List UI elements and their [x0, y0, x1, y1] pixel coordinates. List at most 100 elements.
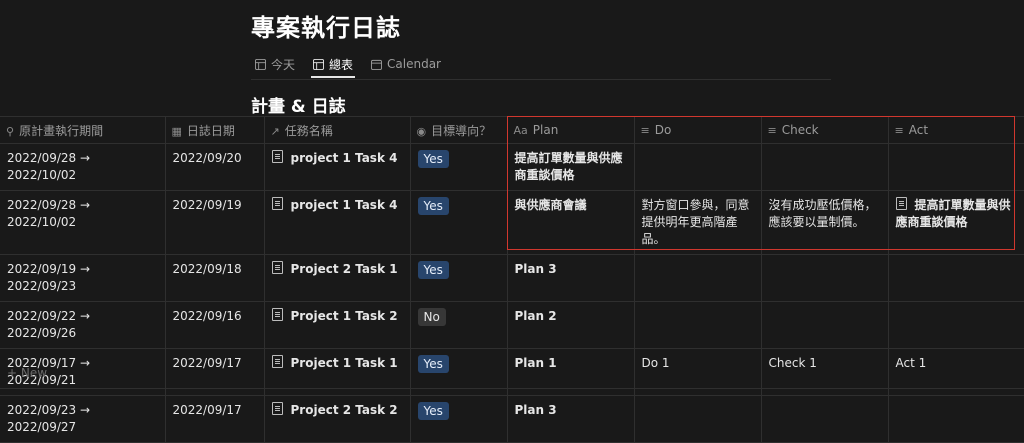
column-label: Act — [908, 123, 929, 137]
column-header-plan[interactable]: Aa Plan — [507, 116, 635, 144]
divider — [251, 79, 831, 80]
cell-period[interactable]: 2022/09/23 → 2022/09/27 — [0, 395, 166, 443]
tab-label: Calendar — [387, 57, 441, 71]
page-icon — [271, 150, 283, 163]
page-link-icon — [895, 197, 907, 210]
tab-calendar[interactable]: Calendar — [369, 52, 443, 76]
table-row[interactable]: 2022/09/22 → 2022/09/26 2022/09/16 Proje… — [0, 301, 1024, 349]
column-label: 任務名稱 — [284, 123, 333, 138]
cell-act[interactable] — [888, 301, 1024, 349]
status-badge: Yes — [417, 150, 449, 168]
status-badge: Yes — [417, 197, 449, 215]
cell-period[interactable]: 2022/09/22 → 2022/09/26 — [0, 301, 166, 349]
cell-task[interactable]: Project 2 Task 1 — [264, 254, 411, 302]
cell-task[interactable]: Project 1 Task 2 — [264, 301, 411, 349]
tab-label: 今天 — [271, 57, 296, 72]
column-label: Do — [654, 123, 672, 137]
linked-page[interactable]: 提高訂單數量與供應商重談價格 — [896, 198, 1011, 229]
cell-check[interactable] — [761, 395, 889, 443]
page-icon — [271, 402, 283, 415]
cell-period[interactable]: 2022/09/28 → 2022/10/02 — [0, 190, 166, 255]
cell-check[interactable]: 沒有成功壓低價格，應該要以量制價。 — [761, 190, 889, 255]
cell-period[interactable]: 2022/09/28 → 2022/10/02 — [0, 143, 166, 191]
text-icon: ≡ — [640, 124, 650, 137]
cell-goal[interactable]: Yes — [410, 395, 508, 443]
divider — [0, 388, 1024, 389]
cell-goal[interactable]: Yes — [410, 190, 508, 255]
cell-do[interactable] — [634, 395, 762, 443]
column-header-date[interactable]: ▦ 日誌日期 — [165, 116, 265, 144]
arrow-up-right-icon: ↗ — [270, 124, 280, 138]
table-icon — [313, 58, 325, 70]
column-label: 原計畫執行期間 — [19, 123, 104, 138]
task-name[interactable]: Project 1 Task 1 — [291, 356, 398, 370]
new-row-button[interactable]: + New — [7, 366, 47, 380]
status-badge: Yes — [417, 402, 449, 420]
column-header-do[interactable]: ≡ Do — [634, 116, 762, 144]
column-label: 日誌日期 — [186, 123, 235, 138]
cell-goal[interactable]: Yes — [410, 143, 508, 191]
cell-task[interactable]: project 1 Task 4 — [264, 143, 411, 191]
cell-plan[interactable]: Plan 3 — [507, 254, 635, 302]
cell-goal[interactable]: No — [410, 301, 508, 349]
cell-do[interactable] — [634, 301, 762, 349]
page-icon — [271, 308, 283, 321]
cell-do[interactable]: 對方窗口參與，同意提供明年更高階產品。 — [634, 190, 762, 255]
table-row[interactable]: 2022/09/28 → 2022/10/02 2022/09/20 proje… — [0, 143, 1024, 191]
task-name[interactable]: Project 2 Task 2 — [291, 403, 398, 417]
cell-plan[interactable]: Plan 3 — [507, 395, 635, 443]
header-row: ⚲ 原計畫執行期間 ▦ 日誌日期 ↗ 任務名稱 ◉ 目標導向？ Aa Plan ≡ Do ≡… — [0, 116, 1024, 144]
cell-do[interactable] — [634, 143, 762, 191]
cell-date[interactable]: 2022/09/17 — [165, 395, 265, 443]
cell-act[interactable]: 提高訂單數量與供應商重談價格 — [888, 190, 1024, 255]
cell-task[interactable]: project 1 Task 4 — [264, 190, 411, 255]
cell-check[interactable] — [761, 143, 889, 191]
table-row[interactable]: 2022/09/23 → 2022/09/27 2022/09/17 Proje… — [0, 395, 1024, 443]
column-header-goal[interactable]: ◉ 目標導向？ — [410, 116, 508, 144]
cell-date[interactable]: 2022/09/20 — [165, 143, 265, 191]
text-icon: ≡ — [767, 124, 777, 137]
cell-date[interactable]: 2022/09/18 — [165, 254, 265, 302]
cell-act[interactable] — [888, 254, 1024, 302]
cell-date[interactable]: 2022/09/19 — [165, 190, 265, 255]
column-header-check[interactable]: ≡ Check — [761, 116, 889, 144]
task-name[interactable]: project 1 Task 4 — [291, 151, 398, 165]
column-label: Plan — [532, 123, 559, 137]
section-title: 計畫 & 日誌 — [251, 97, 346, 117]
task-name[interactable]: project 1 Task 4 — [291, 198, 398, 212]
search-icon: ⚲ — [6, 124, 15, 138]
column-label: Check — [781, 123, 819, 137]
cell-act[interactable] — [888, 143, 1024, 191]
tab-today[interactable]: 今天 — [253, 52, 297, 76]
tab-label: 總表 — [329, 57, 354, 72]
task-name[interactable]: Project 1 Task 2 — [291, 309, 398, 323]
column-header-period[interactable]: ⚲ 原計畫執行期間 — [0, 116, 166, 144]
tab-overview[interactable]: 總表 — [311, 52, 356, 78]
column-header-act[interactable]: ≡ Act — [888, 116, 1024, 144]
cell-check[interactable] — [761, 254, 889, 302]
status-badge: No — [417, 308, 446, 326]
select-icon: ◉ — [416, 124, 427, 138]
cell-plan[interactable]: Plan 2 — [507, 301, 635, 349]
cell-act[interactable] — [888, 395, 1024, 443]
column-header-task[interactable]: ↗ 任務名稱 — [264, 116, 411, 144]
cell-date[interactable]: 2022/09/16 — [165, 301, 265, 349]
cell-check[interactable] — [761, 301, 889, 349]
cell-task[interactable]: Project 2 Task 2 — [264, 395, 411, 443]
cell-do[interactable] — [634, 254, 762, 302]
cell-period[interactable]: 2022/09/19 → 2022/09/23 — [0, 254, 166, 302]
text-icon: ≡ — [894, 124, 904, 137]
page-icon — [271, 197, 283, 210]
table-row[interactable]: 2022/09/19 → 2022/09/23 2022/09/18 Proje… — [0, 254, 1024, 302]
page-icon — [271, 261, 283, 274]
status-badge: Yes — [417, 355, 449, 373]
title-icon: Aa — [513, 124, 528, 137]
status-badge: Yes — [417, 261, 449, 279]
column-label: 目標導向？ — [431, 123, 492, 138]
cell-plan[interactable]: 與供應商會議 — [507, 190, 635, 255]
cell-goal[interactable]: Yes — [410, 254, 508, 302]
cell-plan[interactable]: 提高訂單數量與供應商重談價格 — [507, 143, 635, 191]
task-name[interactable]: Project 2 Task 1 — [291, 262, 398, 276]
table-row[interactable]: 2022/09/28 → 2022/10/02 2022/09/19 proje… — [0, 190, 1024, 255]
calendar-icon: ▦ — [171, 124, 182, 138]
